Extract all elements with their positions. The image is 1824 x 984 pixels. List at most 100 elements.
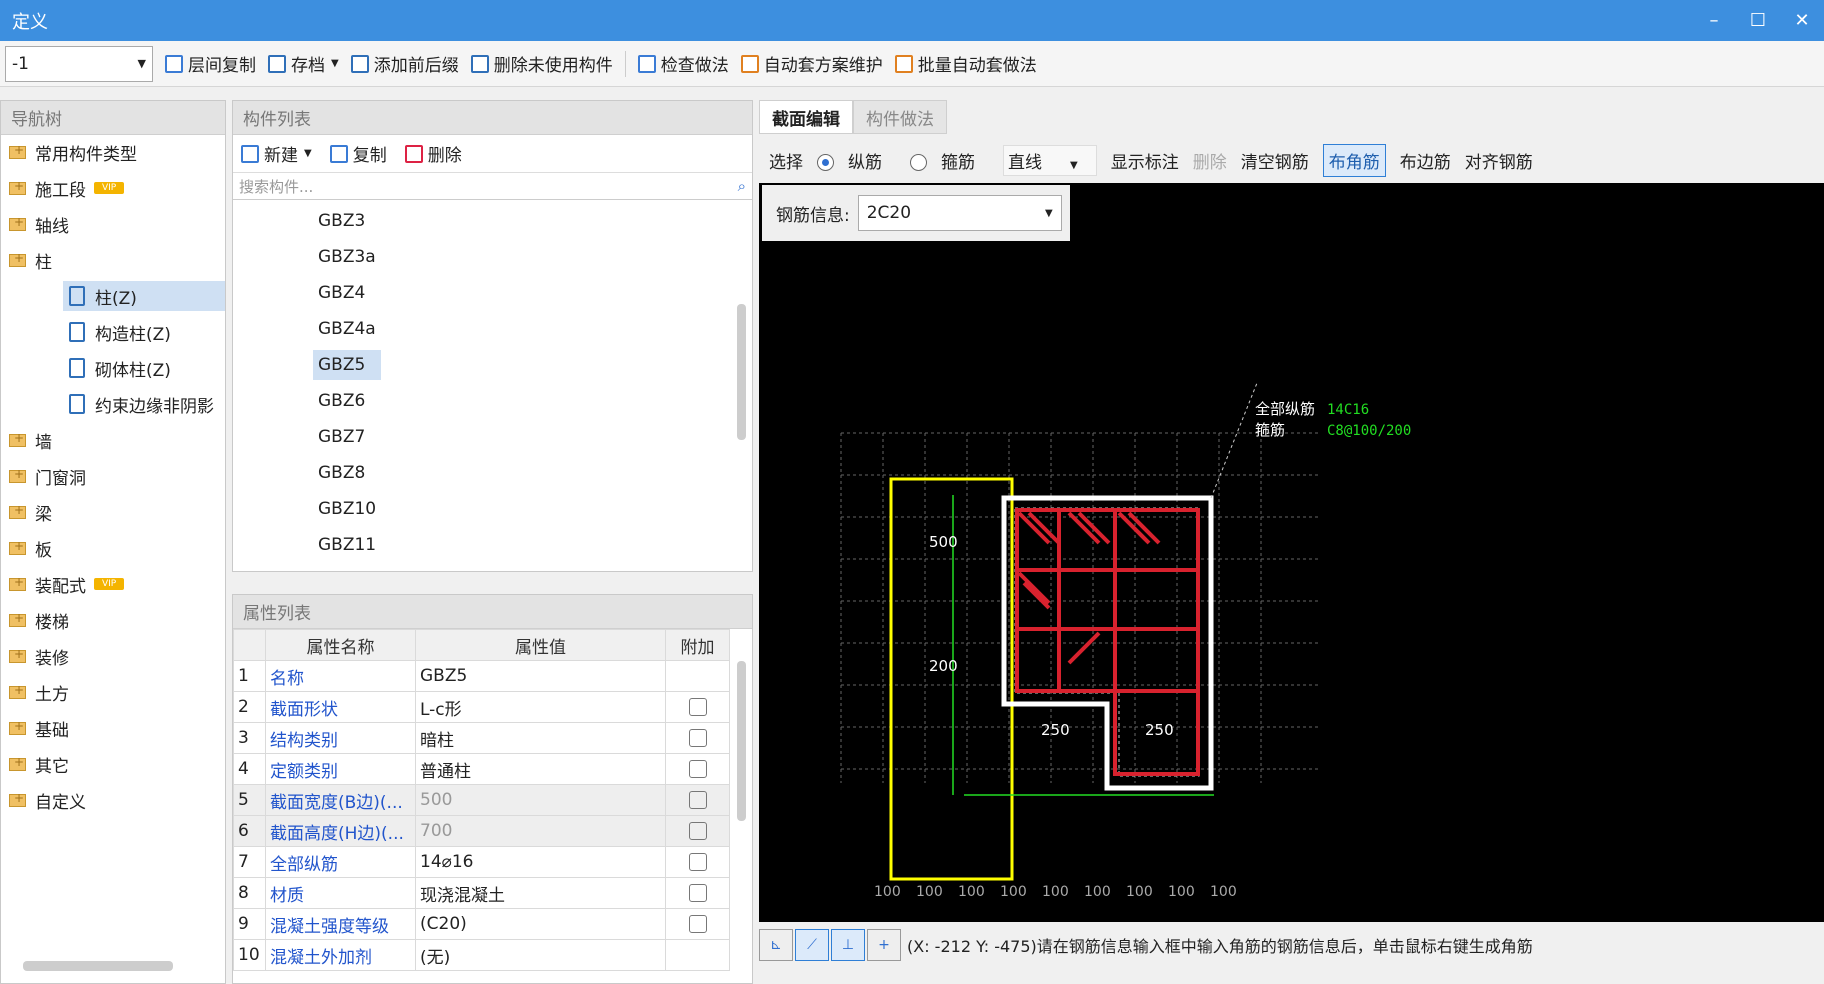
nav-sub-construct-column[interactable]: 构造柱(Z) xyxy=(69,317,171,347)
tab-member-method[interactable]: 构件做法 xyxy=(853,100,947,134)
list-item[interactable]: GBZ6 xyxy=(313,386,370,416)
add-prefix-button[interactable]: 添加前后缀 xyxy=(350,51,459,76)
nav-item-decoration[interactable]: 装修 xyxy=(9,641,69,671)
copy-button[interactable]: 复制 xyxy=(329,141,387,166)
delete-unused-button[interactable]: 删除未使用构件 xyxy=(470,51,613,76)
nav-item-opening[interactable]: 门窗洞 xyxy=(9,461,86,491)
extra-checkbox[interactable] xyxy=(688,915,707,933)
list-item[interactable]: GBZ8 xyxy=(313,458,370,488)
folder-icon xyxy=(9,431,26,447)
prop-value[interactable]: 暗柱 xyxy=(415,722,666,754)
perpendicular-icon[interactable]: ⊥ xyxy=(831,929,865,961)
archive-button[interactable]: 存档 ▼ xyxy=(268,51,339,76)
nav-hscrollbar[interactable] xyxy=(23,961,173,971)
nav-item-common[interactable]: 常用构件类型 xyxy=(9,137,137,167)
list-item[interactable]: GBZ4a xyxy=(313,314,381,344)
prop-value[interactable]: (C20) xyxy=(415,908,666,940)
prop-value[interactable]: 14⌀16 xyxy=(415,846,666,878)
longitudinal-radio[interactable]: 纵筋 xyxy=(817,148,896,173)
snap-icon[interactable]: ⟋ xyxy=(795,929,829,961)
list-item[interactable]: GBZ3 xyxy=(313,206,370,236)
props-vscrollbar[interactable] xyxy=(737,661,746,821)
align-rebar-button[interactable]: 对齐钢筋 xyxy=(1465,148,1533,173)
folder-icon xyxy=(9,143,26,159)
prop-extra xyxy=(665,784,730,816)
floor-select[interactable]: -1 ▼ xyxy=(5,45,153,82)
minimize-icon[interactable]: – xyxy=(1692,0,1736,41)
check-method-button[interactable]: 检查做法 xyxy=(637,51,729,76)
line-dropdown[interactable]: 直线 ▼ xyxy=(1003,144,1097,176)
nav-item-custom[interactable]: 自定义 xyxy=(9,785,86,815)
prop-value[interactable]: 现浇混凝土 xyxy=(415,877,666,909)
row-index: 8 xyxy=(233,877,266,909)
dynamic-input-icon[interactable]: + xyxy=(867,929,901,961)
stirrup-radio[interactable]: 箍筋 xyxy=(910,148,989,173)
grid-label: 100 xyxy=(1084,884,1111,900)
nav-sub-label: 砌体柱(Z) xyxy=(95,360,171,381)
window-title: 定义 xyxy=(12,11,48,33)
nav-item-stairs[interactable]: 楼梯 xyxy=(9,605,69,635)
dim-h1: 500 xyxy=(929,533,958,551)
nav-item-wall[interactable]: 墙 xyxy=(9,425,52,455)
orthogonal-icon[interactable]: ⊾ xyxy=(759,929,793,961)
folder-icon xyxy=(9,575,26,591)
table-row: 9 混凝土强度等级 (C20) xyxy=(233,908,730,940)
list-item-selected[interactable]: GBZ5 xyxy=(313,350,381,380)
extra-checkbox[interactable] xyxy=(688,822,707,840)
nav-item-column[interactable]: 柱 xyxy=(9,245,52,275)
batch-auto-button[interactable]: 批量自动套做法 xyxy=(894,51,1037,76)
prop-value[interactable]: L-c形 xyxy=(415,691,666,723)
nav-sub-column[interactable]: 柱(Z) xyxy=(63,281,225,311)
check-icon xyxy=(637,54,656,73)
list-item[interactable]: GBZ4 xyxy=(313,278,370,308)
batch-auto-label: 批量自动套做法 xyxy=(917,56,1037,76)
edge-rebar-button[interactable]: 布边筋 xyxy=(1400,148,1451,173)
member-vscrollbar[interactable] xyxy=(737,304,746,440)
nav-sub-masonry-column[interactable]: 砌体柱(Z) xyxy=(69,353,171,383)
close-icon[interactable]: ✕ xyxy=(1780,0,1824,41)
section-drawing: 500 200 250 250 全部纵筋 14C16 箍筋 C8@100/200… xyxy=(840,382,1411,900)
nav-item-other[interactable]: 其它 xyxy=(9,749,69,779)
list-item[interactable]: GBZ11 xyxy=(313,530,381,560)
nav-tree-header: 导航树 xyxy=(1,101,225,135)
list-item[interactable]: GBZ3a xyxy=(313,242,381,272)
nav-sub-boundary[interactable]: 约束边缘非阴影 xyxy=(69,389,214,419)
extra-checkbox[interactable] xyxy=(688,884,707,902)
prop-value[interactable]: GBZ5 xyxy=(415,660,666,692)
clear-rebar-button[interactable]: 清空钢筋 xyxy=(1241,148,1309,173)
nav-item-beam[interactable]: 梁 xyxy=(9,497,52,527)
auto-scheme-button[interactable]: 自动套方案维护 xyxy=(740,51,883,76)
extra-checkbox[interactable] xyxy=(688,791,707,809)
tab-section-edit[interactable]: 截面编辑 xyxy=(759,100,853,134)
search-icon[interactable]: ⌕ xyxy=(738,177,746,195)
prop-value[interactable]: (无) xyxy=(415,939,666,971)
nav-item-slab[interactable]: 板 xyxy=(9,533,52,563)
show-label-button[interactable]: 显示标注 xyxy=(1111,148,1179,173)
floor-copy-button[interactable]: 层间复制 xyxy=(165,51,256,76)
list-item[interactable]: GBZ10 xyxy=(313,494,381,524)
member-search-input[interactable]: 搜索构件... ⌕ xyxy=(233,173,752,200)
nav-item-earthwork[interactable]: 土方 xyxy=(9,677,69,707)
corner-rebar-button[interactable]: 布角筋 xyxy=(1322,143,1386,177)
prop-extra xyxy=(665,877,730,909)
select-button[interactable]: 选择 xyxy=(769,148,803,173)
row-index: 3 xyxy=(233,722,266,754)
dimension-lines xyxy=(952,495,1214,796)
nav-item-foundation[interactable]: 基础 xyxy=(9,713,69,743)
nav-item-label: 楼梯 xyxy=(35,612,69,633)
nav-item-segment[interactable]: 施工段 VIP xyxy=(9,173,125,203)
maximize-icon[interactable]: ☐ xyxy=(1736,0,1780,41)
nav-item-prefab[interactable]: 装配式 VIP xyxy=(9,569,125,599)
delete-button[interactable]: 删除 xyxy=(404,141,462,166)
extra-checkbox[interactable] xyxy=(688,853,707,871)
extra-checkbox[interactable] xyxy=(688,698,707,716)
list-item[interactable]: GBZ7 xyxy=(313,422,370,452)
new-button[interactable]: 新建 ▼ xyxy=(241,141,312,166)
delete-unused-label: 删除未使用构件 xyxy=(493,56,613,76)
prop-value[interactable]: 普通柱 xyxy=(415,753,666,785)
extra-checkbox[interactable] xyxy=(688,729,707,747)
nav-item-axis[interactable]: 轴线 xyxy=(9,209,69,239)
section-canvas[interactable]: 钢筋信息: 2C20 ▼ 500 200 250 250 全部纵筋 14C16 … xyxy=(759,183,1824,922)
title-bar: 定义 – ☐ ✕ xyxy=(0,0,1824,41)
extra-checkbox[interactable] xyxy=(688,760,707,778)
